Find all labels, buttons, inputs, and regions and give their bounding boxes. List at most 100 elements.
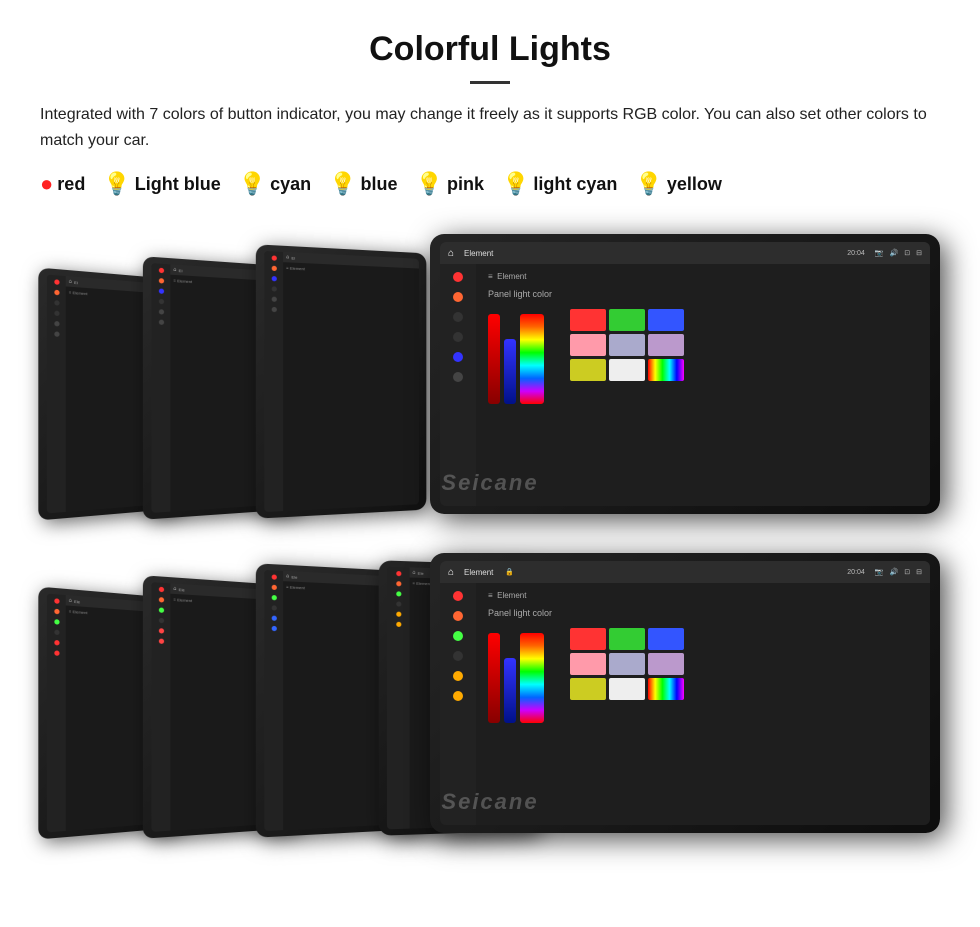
device-main-2: ⌂ Element 🔒 20:04 📷 🔊 ⊡ ⊟	[430, 553, 940, 833]
sidebar-dot	[396, 612, 401, 617]
color-item-red: ● red	[40, 171, 85, 197]
sidebar-dot	[158, 628, 163, 633]
color-item-lightblue: 💡 Light blue	[103, 171, 220, 197]
sidebar-dot	[271, 266, 276, 271]
sidebar-dot	[54, 619, 59, 625]
sidebar-dot	[271, 575, 276, 580]
sidebar-dot	[271, 297, 276, 302]
sidebar-dot	[158, 278, 163, 283]
swatch	[609, 653, 645, 675]
main-sidebar-dot	[453, 611, 463, 621]
panel-label-1: Panel light color	[488, 289, 918, 299]
sidebar-dot	[54, 609, 59, 615]
color-label-lightblue: Light blue	[135, 174, 221, 195]
sidebar-dot	[271, 256, 276, 261]
main-content-1: ≡ Element Panel light color	[476, 264, 930, 506]
swatch	[570, 309, 606, 331]
sidebar-dot-red	[158, 268, 163, 274]
sidebar-dot	[54, 630, 59, 635]
color-item-cyan: 💡 cyan	[239, 171, 311, 197]
main-topbar-2: ⌂ Element 🔒 20:04 📷 🔊 ⊡ ⊟	[440, 561, 930, 583]
swatch	[648, 628, 684, 650]
main-sidebar-dot	[453, 591, 463, 601]
main-sidebar-dot	[453, 691, 463, 701]
swatch	[609, 309, 645, 331]
swatch	[609, 678, 645, 700]
main-body-1: ≡ Element Panel light color	[440, 264, 930, 506]
color-item-blue: 💡 blue	[329, 171, 397, 197]
color-item-pink: 💡 pink	[416, 171, 484, 197]
swatch	[609, 334, 645, 356]
color-label-lightcyan: light cyan	[533, 174, 617, 195]
sidebar-dot	[54, 640, 59, 645]
title-divider	[470, 81, 510, 84]
swatch-rainbow	[648, 359, 684, 381]
main-sidebar-dot	[453, 651, 463, 661]
sidebar-dot	[271, 276, 276, 281]
main-sidebar-2	[440, 583, 476, 825]
color-item-lightcyan: 💡 light cyan	[502, 171, 617, 197]
sidebar-dot	[271, 595, 276, 600]
color-section-1	[488, 309, 918, 404]
bar-blue-2	[504, 658, 516, 723]
device-3-body: ≡ Element	[283, 262, 419, 511]
sidebar-dot	[158, 587, 163, 593]
sidebar-dot	[54, 598, 59, 604]
main-sidebar-dot	[453, 312, 463, 322]
color-bars-group-2	[488, 628, 544, 723]
main-screen-1: ⌂ Element 20:04 📷 🔊 ⊡ ⊟	[440, 242, 930, 506]
sidebar-dot	[271, 616, 276, 621]
bar-rainbow	[520, 314, 544, 404]
sidebar-dot	[54, 321, 59, 326]
main-sidebar-dot	[453, 631, 463, 641]
sidebar-dot	[54, 332, 59, 337]
sidebar-dot	[396, 571, 401, 576]
sidebar-dot-red	[54, 279, 59, 285]
device-3-sidebar	[264, 251, 283, 512]
main-content-2: ≡ Element Panel light color	[476, 583, 930, 825]
swatch	[570, 653, 606, 675]
sidebar-dot	[54, 290, 59, 296]
device-row2-2-sidebar	[151, 582, 170, 832]
sidebar-dot	[54, 311, 59, 316]
color-label-pink: pink	[447, 174, 484, 195]
color-bars-group-1	[488, 309, 544, 404]
device-1-sidebar	[47, 275, 66, 514]
sidebar-dot	[158, 309, 163, 314]
bar-rainbow-2	[520, 633, 544, 723]
device-3-main: ⌂ El ≡ Element	[283, 252, 419, 511]
device-3-screen: ⌂ El ≡ Element	[264, 251, 419, 512]
sidebar-dot	[158, 320, 163, 325]
description-text: Integrated with 7 colors of button indic…	[40, 102, 940, 153]
color-label-blue: blue	[361, 174, 398, 195]
main-sidebar-dot-red	[453, 272, 463, 282]
device-main-1: ⌂ Element 20:04 📷 🔊 ⊡ ⊟	[430, 234, 940, 514]
sidebar-dot	[158, 597, 163, 602]
main-sidebar-dot	[453, 372, 463, 382]
main-sidebar-dot	[453, 671, 463, 681]
swatch	[648, 309, 684, 331]
swatch	[609, 628, 645, 650]
page-container: Colorful Lights Integrated with 7 colors…	[0, 0, 980, 873]
swatch	[570, 334, 606, 356]
main-body-2: ≡ Element Panel light color	[440, 583, 930, 825]
swatch-rainbow	[648, 678, 684, 700]
main-sidebar-1	[440, 264, 476, 506]
swatch	[570, 359, 606, 381]
device-row-1: ⌂ El ≡ Element	[40, 219, 940, 514]
device-row2-4-sidebar	[387, 567, 410, 830]
sidebar-dot	[396, 592, 401, 597]
swatch	[609, 359, 645, 381]
page-title: Colorful Lights	[40, 30, 940, 69]
color-label-cyan: cyan	[270, 174, 311, 195]
sidebar-dot	[54, 651, 59, 656]
sidebar-dot	[396, 602, 401, 607]
swatch	[570, 678, 606, 700]
title-section: Colorful Lights	[40, 30, 940, 84]
main-sidebar-dot	[453, 332, 463, 342]
device-row-2: ⌂ Ele ≡ Element	[40, 538, 940, 833]
sidebar-dot	[271, 585, 276, 590]
sidebar-dot	[158, 299, 163, 304]
bar-blue	[504, 339, 516, 404]
device-row2-1-sidebar	[47, 594, 66, 833]
